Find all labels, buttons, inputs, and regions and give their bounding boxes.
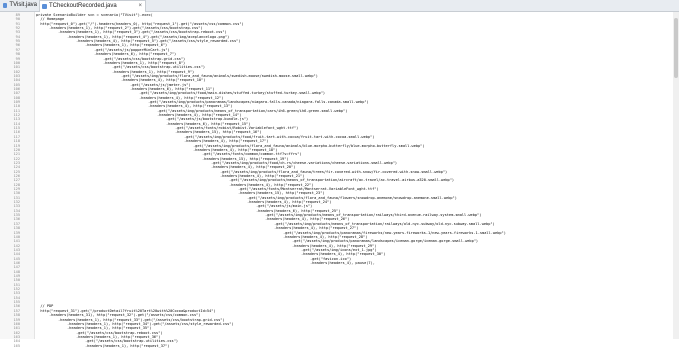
tab-tcheckoutrecorded[interactable]: TCheckoutRecorded.java ×	[39, 0, 146, 12]
line-number: 165	[13, 343, 21, 348]
tab-tvisit[interactable]: TVisit.java	[1, 1, 40, 10]
tab-label: TVisit.java	[9, 2, 37, 8]
code-text: .headers(headers_1), http("request_37")	[85, 343, 170, 348]
vertical-scrollbar[interactable]	[673, 12, 679, 339]
close-icon[interactable]: ×	[138, 2, 142, 11]
code-line[interactable]: 165 .headers(headers_1), http("request_37…	[0, 344, 679, 348]
tab-label: TCheckoutRecorded.java	[49, 3, 117, 9]
editor-tab-bar: TVisit.java TCheckoutRecorded.java ×	[0, 0, 679, 12]
java-file-icon	[3, 3, 8, 8]
scrollbar-thumb[interactable]	[674, 18, 678, 78]
java-file-icon	[42, 4, 47, 9]
code-editor[interactable]: 89 private ScenarioBuilder scn = scenario…	[0, 12, 679, 348]
